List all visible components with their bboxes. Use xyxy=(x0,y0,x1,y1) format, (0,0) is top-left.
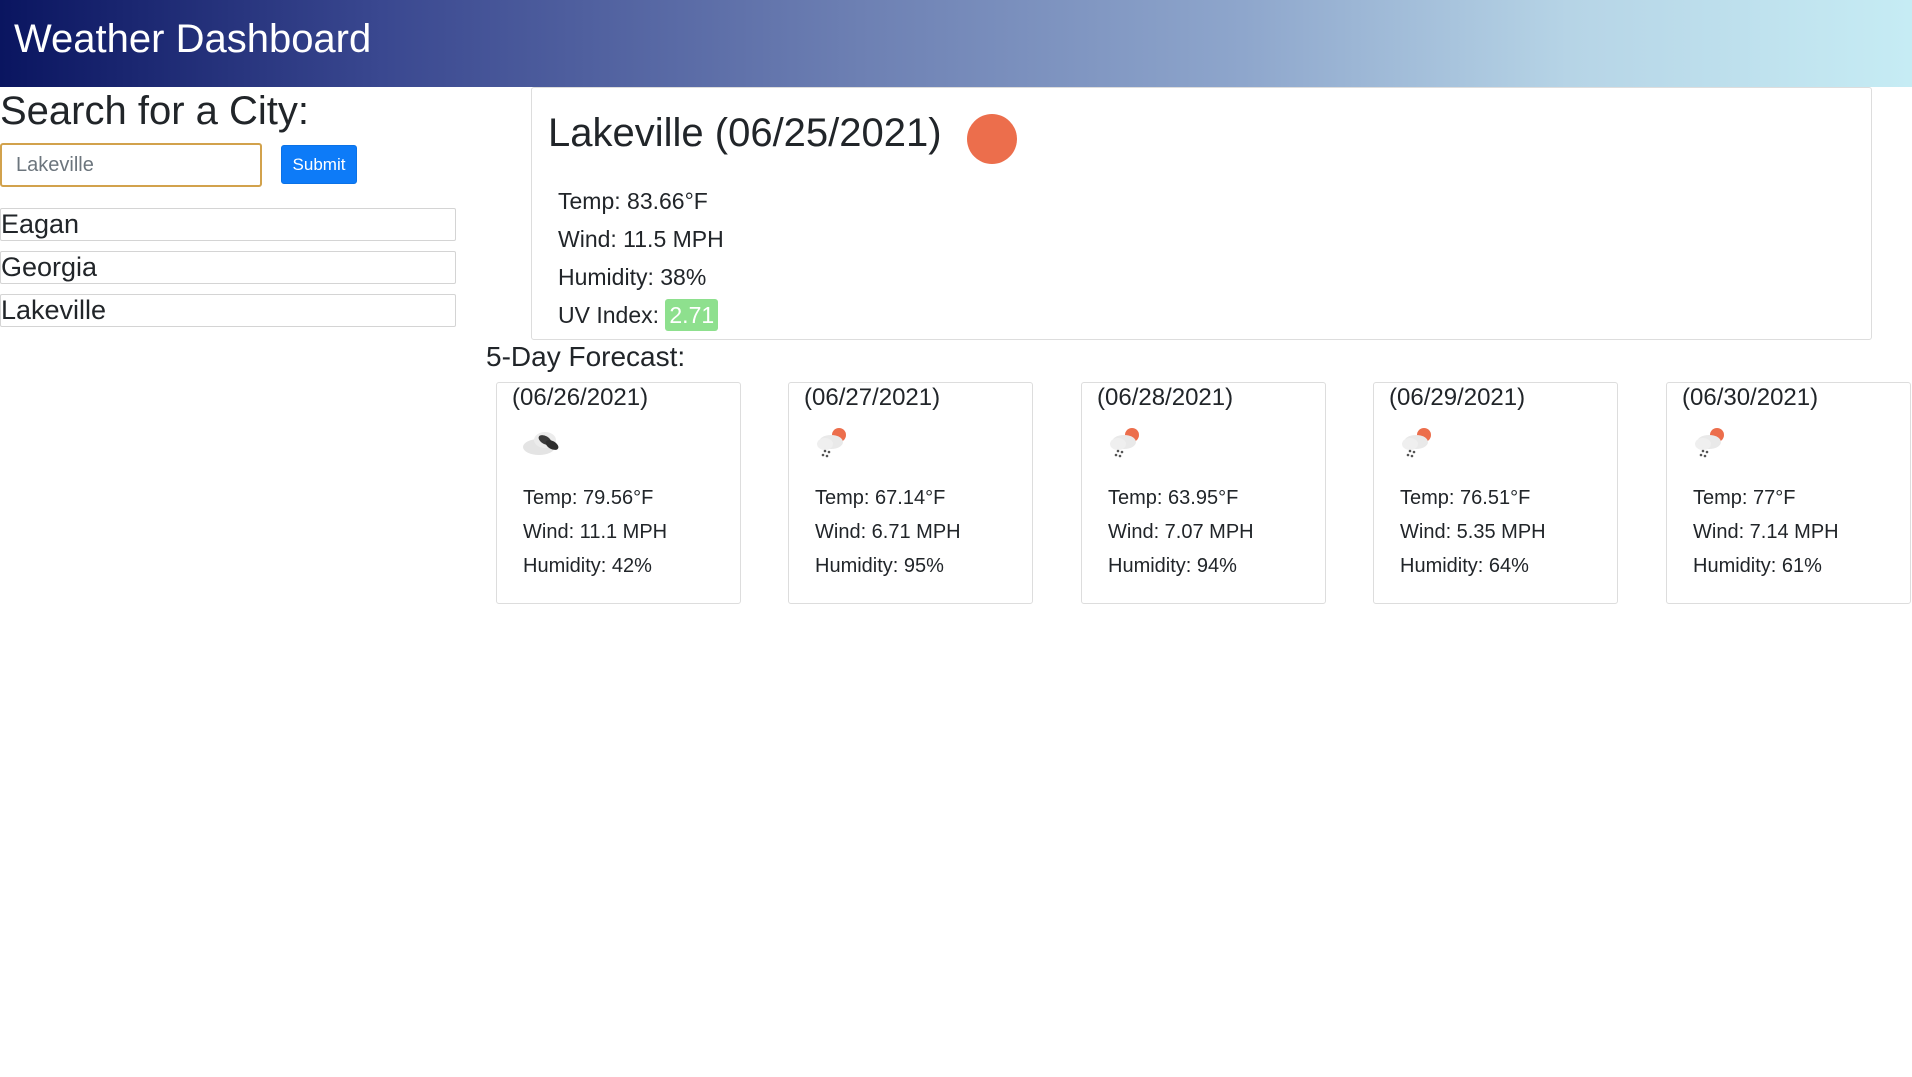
submit-button[interactable]: Submit xyxy=(281,145,357,184)
forecast-wind: Wind: 7.07 MPH xyxy=(1108,521,1254,543)
current-uv-index: UV Index: 2.71 xyxy=(558,299,719,331)
forecast-date: (06/28/2021) xyxy=(1097,384,1234,411)
search-history-list: Eagan Georgia Lakeville xyxy=(0,208,456,337)
history-item-lakeville[interactable]: Lakeville xyxy=(0,294,456,327)
sun-icon xyxy=(967,114,1017,164)
uv-index-label: UV Index: xyxy=(558,302,666,328)
current-humidity: Humidity: 38% xyxy=(558,264,707,290)
forecast-humidity: Humidity: 64% xyxy=(1400,555,1529,577)
forecast-humidity: Humidity: 95% xyxy=(815,555,944,577)
rain-icon xyxy=(811,423,857,459)
rain-icon xyxy=(1396,423,1442,459)
forecast-temp: Temp: 79.56°F xyxy=(523,487,654,509)
forecast-temp: Temp: 76.51°F xyxy=(1400,487,1531,509)
forecast-wind: Wind: 7.14 MPH xyxy=(1693,521,1839,543)
city-search-input[interactable] xyxy=(0,143,262,187)
forecast-card: (06/29/2021) Temp: 76.51°F Wind: 5.35 MPH H… xyxy=(1373,382,1618,604)
current-weather-card: Lakeville (06/25/2021) Temp: 83.66°F Win… xyxy=(531,87,1872,340)
forecast-card: (06/30/2021) Temp: 77°F Wind: 7.14 MPH Humi… xyxy=(1666,382,1911,604)
rain-icon xyxy=(1689,423,1735,459)
forecast-wind: Wind: 5.35 MPH xyxy=(1400,521,1546,543)
forecast-wind: Wind: 11.1 MPH xyxy=(523,521,668,543)
current-wind: Wind: 11.5 MPH xyxy=(558,226,724,252)
forecast-wind: Wind: 6.71 MPH xyxy=(815,521,961,543)
forecast-date: (06/27/2021) xyxy=(804,384,941,411)
forecast-card: (06/28/2021) Temp: 63.95°F Wind: 7.07 MPH H… xyxy=(1081,382,1326,604)
forecast-date: (06/30/2021) xyxy=(1682,384,1819,411)
app-header: Weather Dashboard xyxy=(0,0,1912,87)
rain-icon xyxy=(1104,423,1150,459)
history-item-eagan[interactable]: Eagan xyxy=(0,208,456,241)
forecast-humidity: Humidity: 61% xyxy=(1693,555,1822,577)
history-item-georgia[interactable]: Georgia xyxy=(0,251,456,284)
search-title: Search for a City: xyxy=(0,89,310,133)
app-title: Weather Dashboard xyxy=(14,17,372,61)
forecast-date: (06/29/2021) xyxy=(1389,384,1526,411)
forecast-date: (06/26/2021) xyxy=(512,384,649,411)
forecast-humidity: Humidity: 42% xyxy=(523,555,652,577)
uv-index-badge: 2.71 xyxy=(665,299,719,331)
broken-clouds-icon xyxy=(519,423,565,459)
forecast-card: (06/27/2021) Temp: 67.14°F Wind: 6.71 MPH H… xyxy=(788,382,1033,604)
forecast-temp: Temp: 63.95°F xyxy=(1108,487,1239,509)
forecast-title: 5-Day Forecast: xyxy=(486,341,686,372)
forecast-humidity: Humidity: 94% xyxy=(1108,555,1237,577)
current-temp: Temp: 83.66°F xyxy=(558,188,708,214)
forecast-temp: Temp: 67.14°F xyxy=(815,487,946,509)
current-city-title: Lakeville (06/25/2021) xyxy=(548,111,942,155)
forecast-card: (06/26/2021) Temp: 79.56°F Wind: 11.1 MPH H… xyxy=(496,382,741,604)
forecast-temp: Temp: 77°F xyxy=(1693,487,1796,509)
